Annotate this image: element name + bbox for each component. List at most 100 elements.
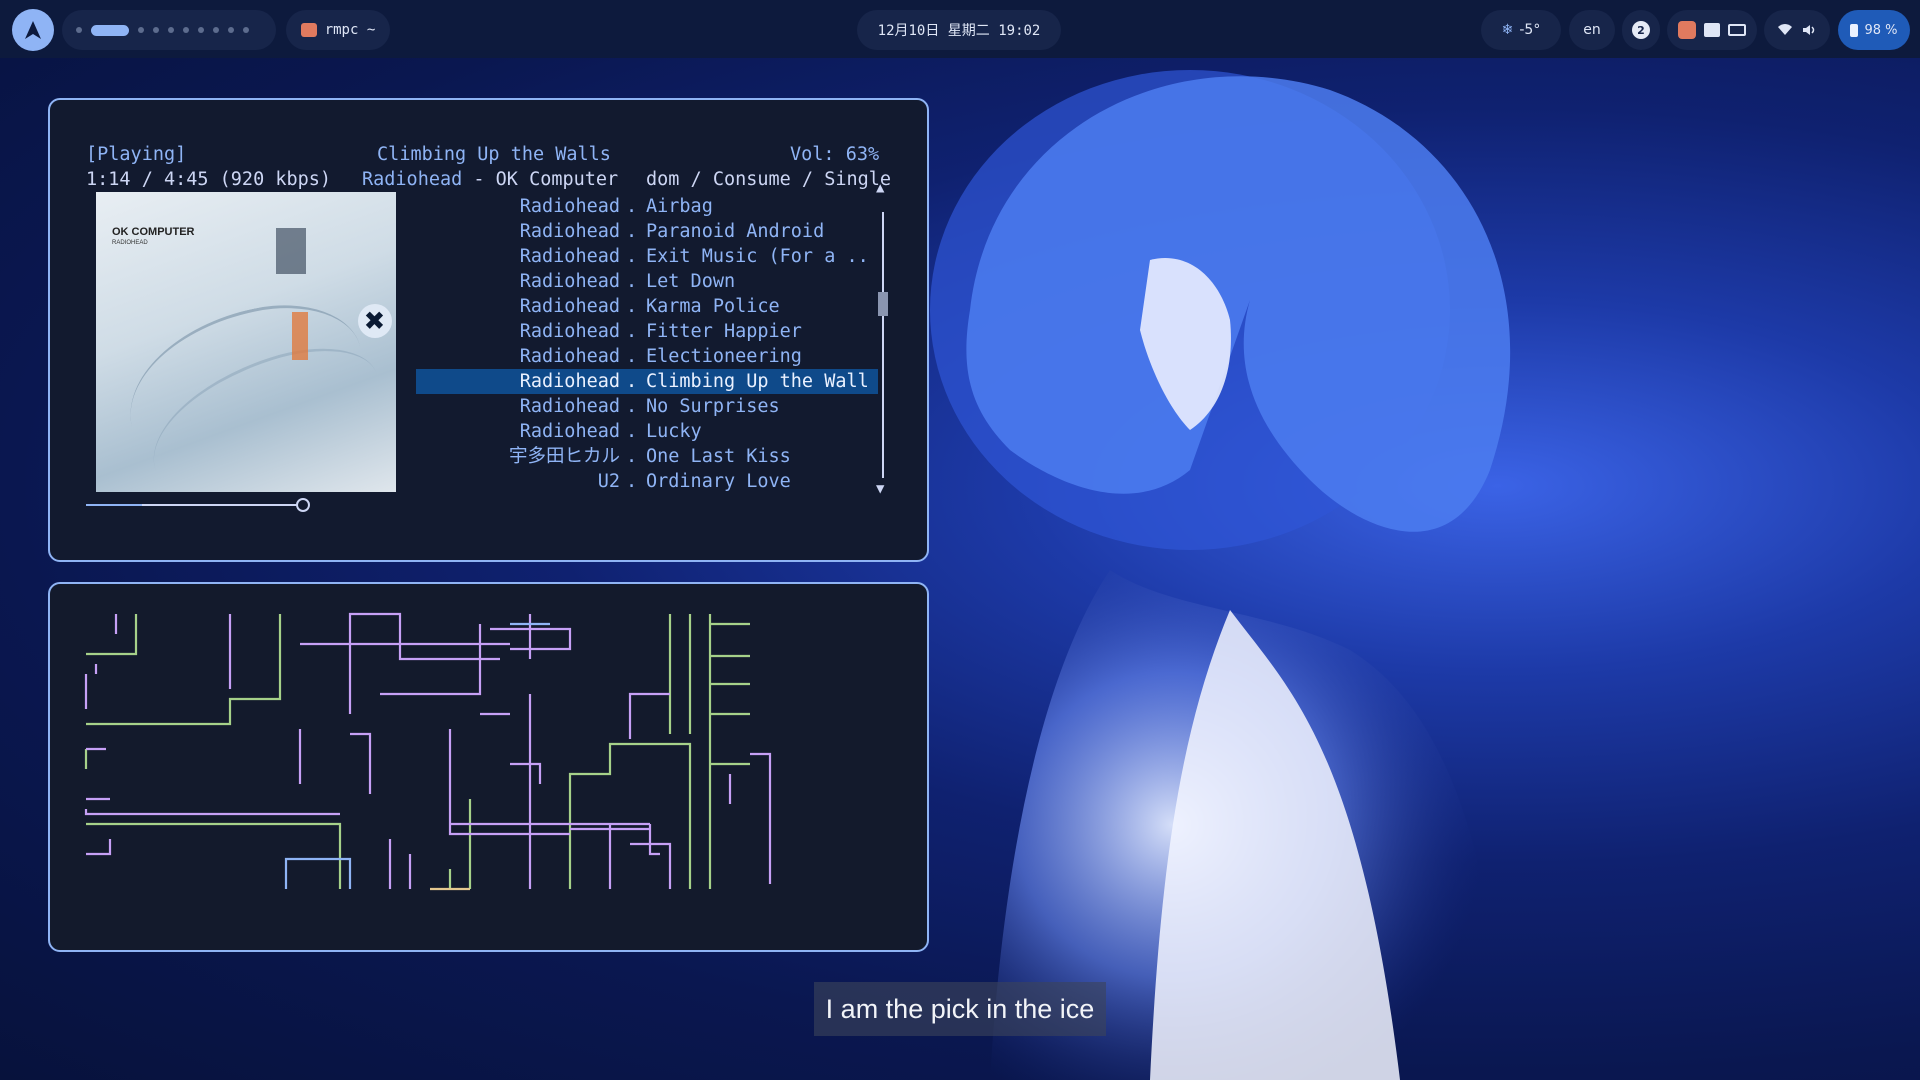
workspace-dot[interactable] [213, 27, 219, 33]
queue-item[interactable]: Radiohead. Exit Music (For a .. [416, 244, 878, 269]
queue-item[interactable]: Radiohead. No Surprises [416, 394, 878, 419]
cover-artist: RADIOHEAD [112, 240, 148, 246]
queue-item-separator: . [626, 246, 638, 267]
active-window[interactable]: rmpc ~ [286, 10, 390, 50]
queue-item-title: Climbing Up the Wall [646, 371, 869, 392]
workspace-dot[interactable] [138, 27, 144, 33]
wallpaper-figure [930, 70, 1511, 1080]
queue-item[interactable]: Radiohead. Let Down [416, 269, 878, 294]
queue-item-title: Fitter Happier [646, 321, 802, 342]
queue-list: Radiohead. Airbag Radiohead. Paranoid Andro… [416, 194, 878, 494]
playback-modes: dom / Consume / Single [646, 169, 892, 190]
tray-app-icon[interactable] [1678, 21, 1696, 39]
queue-item-title: Let Down [646, 271, 736, 292]
queue-item[interactable]: Radiohead. Airbag [416, 194, 878, 219]
queue-item-artist: U2 [597, 471, 620, 492]
cover-title: OK COMPUTER [112, 226, 195, 238]
workspace-dot[interactable] [243, 27, 249, 33]
queue-item-artist: Radiohead [519, 271, 620, 292]
queue-item-separator: . [626, 271, 638, 292]
active-window-label: rmpc ~ [324, 22, 376, 38]
queue-item-separator: . [626, 446, 638, 467]
queue-item-separator: . [626, 321, 638, 342]
notification-count: 2 [1632, 21, 1650, 39]
queue-item-artist: Radiohead [519, 321, 620, 342]
pipes-terminal-window[interactable] [48, 582, 929, 952]
song-artist: Radiohead [362, 169, 463, 190]
queue-item[interactable]: Radiohead. Electioneering [416, 344, 878, 369]
workspace-dot[interactable] [228, 27, 234, 33]
workspace-dot[interactable] [183, 27, 189, 33]
queue-item-title: No Surprises [646, 396, 780, 417]
queue-item-title: One Last Kiss [646, 446, 791, 467]
elapsed-time: 1:14 / 4:45 (920 kbps) [86, 169, 332, 190]
album-separator: - [462, 169, 496, 190]
snowflake-icon: ❄ [1501, 22, 1514, 38]
queue-item-title: Karma Police [646, 296, 780, 317]
play-status: [Playing] [86, 144, 187, 165]
queue-item-separator: . [626, 221, 638, 242]
pipes-screensaver [84, 612, 772, 891]
queue-item-separator: . [626, 371, 638, 392]
keyboard-icon[interactable] [1728, 24, 1746, 36]
workspace-dot[interactable] [76, 27, 82, 33]
system-tray [1667, 10, 1757, 50]
queue-item-artist: Radiohead [519, 346, 620, 367]
queue-item-artist: Radiohead [519, 396, 620, 417]
queue-item-artist: Radiohead [519, 246, 620, 267]
close-x-icon: ✖ [358, 304, 392, 338]
queue-item-artist: Radiohead [519, 421, 620, 442]
scroll-down-icon[interactable]: ▼ [876, 481, 884, 497]
rmpc-window[interactable]: [Playing] 1:14 / 4:45 (920 kbps) Climbin… [48, 98, 929, 562]
queue-item[interactable]: Radiohead. Paranoid Android [416, 219, 878, 244]
clipboard-icon[interactable] [1704, 23, 1720, 37]
battery-level: 98 % [1864, 22, 1898, 38]
queue-item-title: Paranoid Android [646, 221, 825, 242]
queue-item-artist: Radiohead [519, 371, 620, 392]
queue-item-separator: . [626, 421, 638, 442]
workspace-dot[interactable] [153, 27, 159, 33]
progress-fill [86, 504, 143, 506]
scrollbar-thumb[interactable] [878, 292, 888, 316]
queue-item[interactable]: U2. Ordinary Love [416, 469, 878, 494]
queue-item-artist: Radiohead [519, 221, 620, 242]
notification-button[interactable]: 2 [1622, 10, 1660, 50]
queue-item[interactable]: 宇多田ヒカル. One Last Kiss [416, 444, 878, 469]
queue-item[interactable]: Radiohead. Climbing Up the Wall [416, 369, 878, 394]
battery-indicator[interactable]: 98 % [1838, 10, 1910, 50]
lyrics-subtitle: I am the pick in the ice [814, 982, 1106, 1036]
scrollbar-track[interactable] [882, 212, 884, 478]
queue-item-separator: . [626, 471, 638, 492]
battery-icon [1850, 23, 1859, 37]
network-audio[interactable] [1764, 10, 1830, 50]
weather-temp: -5° [1519, 22, 1541, 38]
queue-item-title: Electioneering [646, 346, 802, 367]
queue-item-title: Ordinary Love [646, 471, 791, 492]
progress-track[interactable] [86, 504, 302, 506]
clock[interactable]: 12月10日 星期二 19:02 [857, 10, 1061, 50]
queue-item-title: Exit Music (For a .. [646, 246, 869, 267]
queue-item[interactable]: Radiohead. Fitter Happier [416, 319, 878, 344]
scroll-up-icon[interactable]: ▲ [876, 180, 884, 196]
song-title: Climbing Up the Walls [377, 144, 611, 165]
terminal-icon [300, 23, 317, 37]
queue-item-artist: 宇多田ヒカル [508, 446, 620, 467]
queue-item-title: Airbag [646, 196, 713, 217]
volume-icon[interactable] [1802, 24, 1816, 36]
launcher-button[interactable] [12, 9, 54, 51]
progress-knob[interactable] [296, 498, 311, 512]
queue-item-title: Lucky [646, 421, 702, 442]
workspace-dot[interactable] [198, 27, 204, 33]
song-artist-album: Radiohead - OK Computer [362, 169, 618, 190]
workspace-active[interactable] [91, 24, 129, 36]
album-cover: OK COMPUTER RADIOHEAD ✖ [96, 192, 396, 492]
wifi-icon[interactable] [1778, 24, 1792, 36]
workspace-indicator[interactable] [62, 10, 276, 50]
song-album: OK Computer [495, 169, 619, 190]
workspace-dot[interactable] [168, 27, 174, 33]
queue-item[interactable]: Radiohead. Lucky [416, 419, 878, 444]
keyboard-layout[interactable]: en [1569, 10, 1615, 50]
top-bar: rmpc ~ 12月10日 星期二 19:02 ❄ -5° en 2 98 % [0, 0, 1920, 58]
weather-widget[interactable]: ❄ -5° [1481, 10, 1561, 50]
queue-item[interactable]: Radiohead. Karma Police [416, 294, 878, 319]
